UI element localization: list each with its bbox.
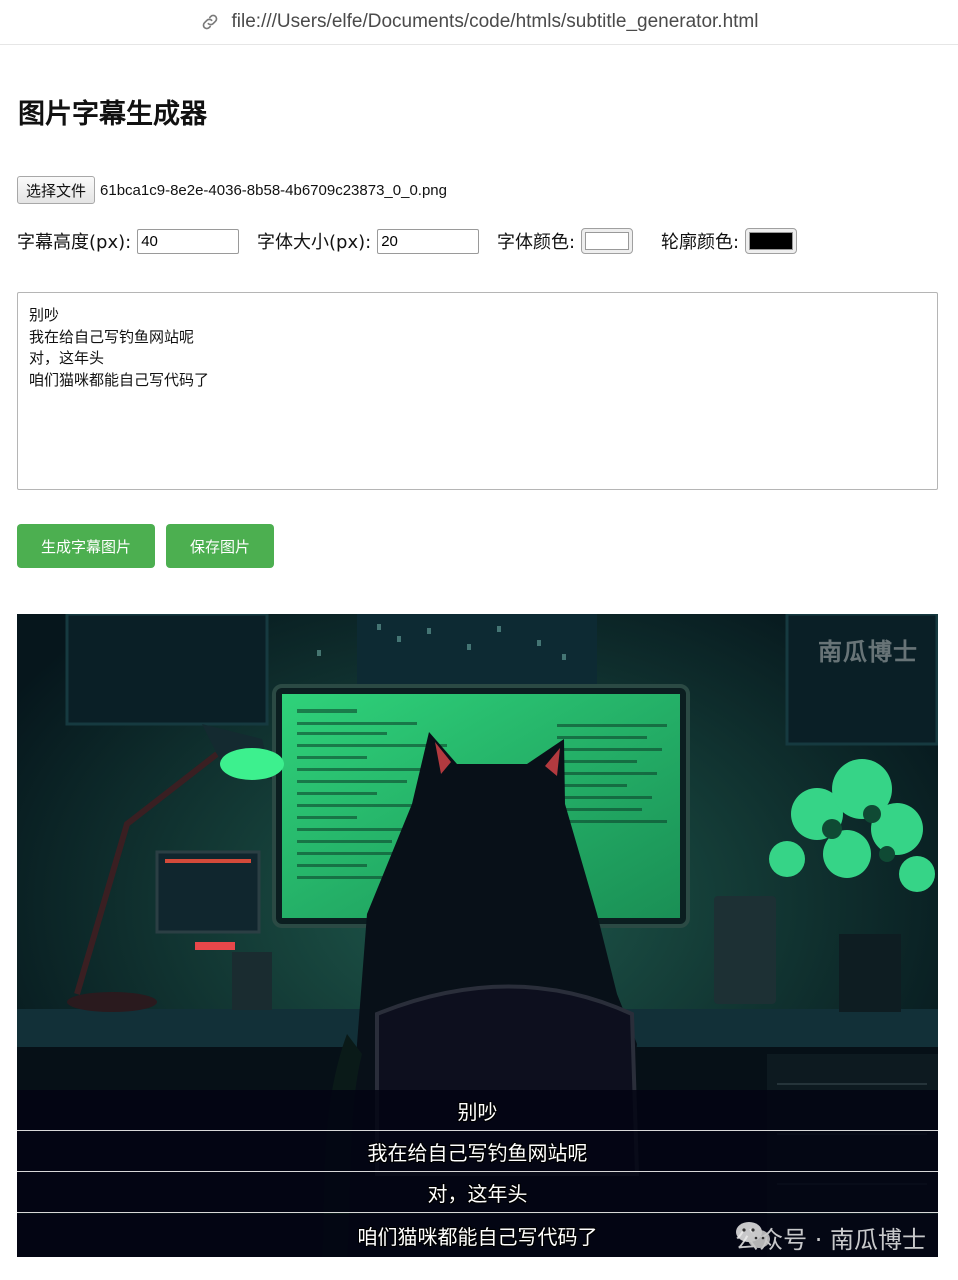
url-text: file:///Users/elfe/Documents/code/htmls/… [231, 11, 759, 32]
save-button[interactable]: 保存图片 [166, 524, 274, 568]
subtitle-textarea[interactable] [17, 292, 938, 490]
choose-file-button[interactable]: 选择文件 [17, 176, 96, 204]
font-size-label: 字体大小(px): [257, 232, 372, 253]
subtitle-line-1: 别吵 [17, 1090, 938, 1131]
address-bar[interactable]: file:///Users/elfe/Documents/code/htmls/… [0, 0, 958, 45]
subtitle-line-3: 对，这年头 [17, 1172, 938, 1213]
font-color-label: 字体颜色: [497, 232, 576, 253]
font-size-input[interactable] [377, 228, 480, 254]
selected-file-name: 61bca1c9-8e2e-4036-8b58-4b6709c23873_0_0… [100, 181, 447, 199]
font-size-control: 字体大小(px): [257, 228, 480, 254]
settings-row: 字幕高度(px): 字体大小(px): 字体颜色: 轮廓颜色: [17, 226, 917, 260]
font-color-picker[interactable] [581, 228, 634, 254]
wechat-watermark: 公众号 · 南瓜博士 [735, 1220, 926, 1255]
outline-color-label: 轮廓颜色: [661, 232, 740, 253]
outline-color-swatch [749, 232, 794, 250]
page-title: 图片字幕生成器 [18, 99, 207, 130]
preview-canvas: 南瓜博士 别吵 我在给自己写钓鱼网站呢 对，这年头 咱们猫咪都能自己写代码了 公… [17, 614, 938, 1257]
outline-color-picker[interactable] [745, 228, 798, 254]
subtitle-height-control: 字幕高度(px): [17, 228, 240, 254]
subtitle-height-label: 字幕高度(px): [17, 232, 132, 253]
generate-button[interactable]: 生成字幕图片 [17, 524, 155, 568]
file-picker: 选择文件 61bca1c9-8e2e-4036-8b58-4b6709c2387… [17, 176, 447, 204]
subtitle-line-2: 我在给自己写钓鱼网站呢 [17, 1131, 938, 1172]
font-color-swatch [585, 232, 630, 250]
watermark-top: 南瓜博士 [818, 638, 918, 666]
link-icon [202, 14, 217, 30]
wechat-icon [736, 1222, 771, 1248]
outline-color-control: 轮廓颜色: [661, 228, 798, 254]
subtitle-height-input[interactable] [137, 228, 240, 254]
font-color-control: 字体颜色: [497, 228, 634, 254]
